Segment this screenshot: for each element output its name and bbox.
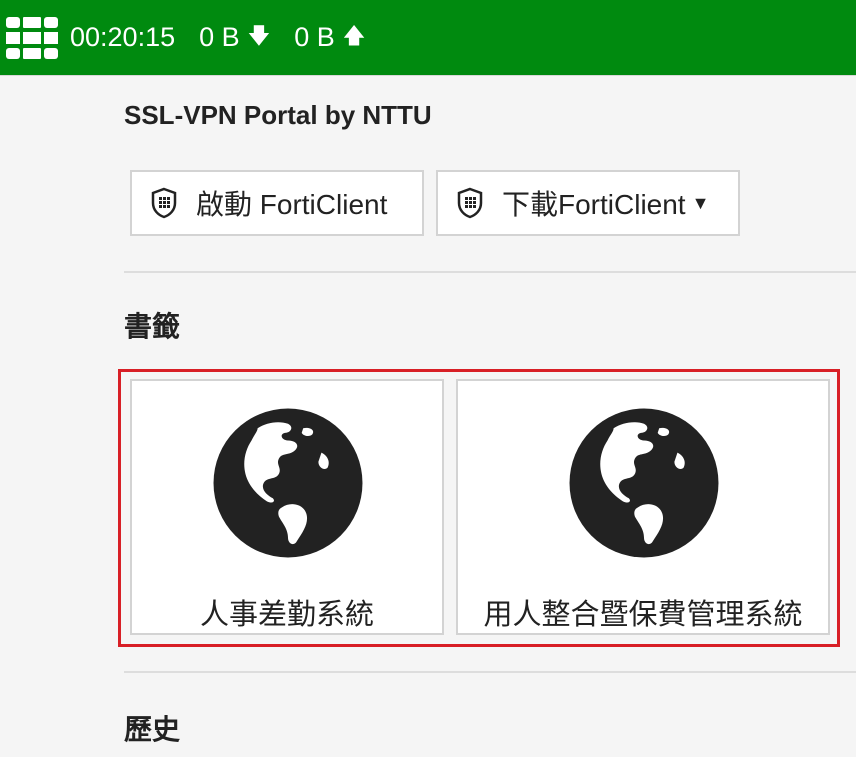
bookmark-label: 人事差勤系統 bbox=[199, 599, 374, 631]
divider bbox=[124, 671, 856, 673]
globe-icon bbox=[569, 408, 719, 558]
upload-stat: 0 B 🡅 bbox=[294, 19, 365, 57]
download-forticlient-label: 下載FortiClient bbox=[502, 189, 686, 220]
status-bar: 00:20:15 0 B 🡇 0 B 🡅 bbox=[0, 0, 856, 76]
launch-forticlient-label: 啟動 FortiClient bbox=[196, 189, 388, 220]
forticlient-shield-icon bbox=[151, 187, 177, 219]
caret-down-icon: ▼ bbox=[691, 192, 710, 213]
page-title: SSL-VPN Portal by NTTU bbox=[124, 100, 432, 130]
bookmark-tile-insurance-management[interactable]: 用人整合暨保費管理系統 bbox=[456, 379, 830, 635]
arrow-down-icon: 🡇 bbox=[247, 22, 271, 48]
history-heading: 歷史 bbox=[124, 714, 181, 745]
session-timer: 00:20:15 bbox=[70, 22, 176, 52]
bookmark-label: 用人整合暨保費管理系統 bbox=[483, 599, 803, 631]
fortinet-logo-icon bbox=[6, 16, 58, 59]
divider bbox=[124, 271, 856, 273]
bookmark-tile-personnel-attendance[interactable]: 人事差勤系統 bbox=[130, 379, 444, 635]
upload-value: 0 B bbox=[294, 22, 335, 52]
arrow-up-icon: 🡅 bbox=[342, 22, 366, 48]
forticlient-shield-icon bbox=[457, 187, 483, 219]
download-forticlient-button[interactable]: 下載FortiClient ▼ bbox=[436, 170, 740, 236]
launch-forticlient-button[interactable]: 啟動 FortiClient bbox=[130, 170, 424, 236]
download-stat: 0 B 🡇 bbox=[199, 19, 270, 57]
download-value: 0 B bbox=[199, 22, 240, 52]
globe-icon bbox=[213, 408, 363, 558]
bookmarks-heading: 書籤 bbox=[124, 311, 181, 342]
